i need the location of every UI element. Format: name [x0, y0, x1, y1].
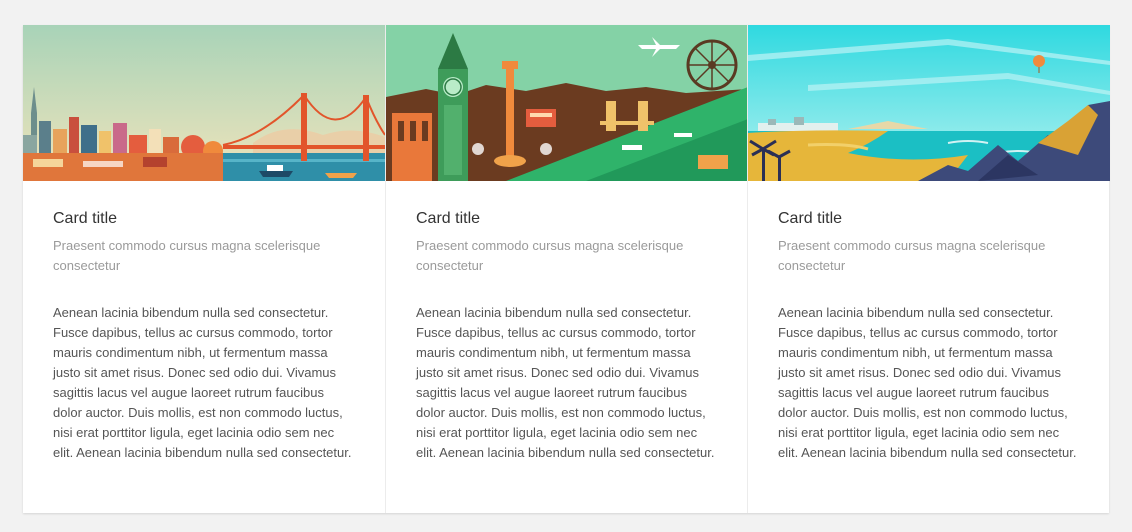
beach-illustration: [748, 25, 1110, 181]
card-group: Card title Praesent commodo cursus magna…: [23, 25, 1110, 513]
card-subtitle: Praesent commodo cursus magna scelerisqu…: [778, 238, 1046, 273]
san-francisco-illustration: [23, 25, 385, 181]
card-subtitle: Praesent commodo cursus magna scelerisqu…: [53, 238, 321, 273]
card-beach[interactable]: Card title Praesent commodo cursus magna…: [747, 25, 1110, 513]
card-san-francisco[interactable]: Card title Praesent commodo cursus magna…: [23, 25, 385, 513]
card-text: Aenean lacinia bibendum nulla sed consec…: [53, 305, 352, 460]
card-text: Aenean lacinia bibendum nulla sed consec…: [416, 305, 715, 460]
card-text: Aenean lacinia bibendum nulla sed consec…: [778, 305, 1077, 460]
card-title: Card title: [53, 210, 118, 227]
card-london[interactable]: Card title Praesent commodo cursus magna…: [385, 25, 748, 513]
card-subtitle: Praesent commodo cursus magna scelerisqu…: [416, 238, 684, 273]
card-title: Card title: [778, 210, 843, 227]
london-illustration: [386, 25, 748, 181]
card-title: Card title: [416, 210, 481, 227]
